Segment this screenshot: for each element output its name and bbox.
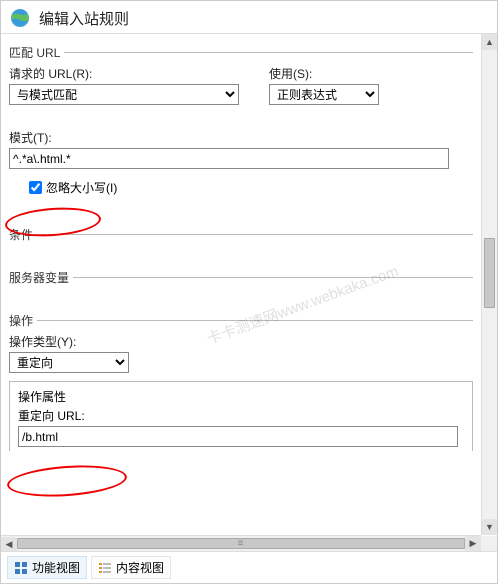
- use-label: 使用(S):: [269, 65, 379, 82]
- tab-content-view[interactable]: 内容视图: [91, 556, 171, 579]
- scroll-up-arrow-icon[interactable]: ▲: [482, 34, 497, 50]
- annotation-circle: [6, 462, 128, 500]
- section-legend-match: 匹配 URL: [9, 44, 64, 61]
- action-type-label: 操作类型(Y):: [9, 333, 473, 350]
- tab-label: 内容视图: [116, 559, 164, 576]
- scroll-left-arrow-icon[interactable]: ◀: [1, 537, 17, 551]
- requested-url-select[interactable]: 与模式匹配: [9, 84, 239, 105]
- titlebar: 编辑入站规则: [1, 1, 497, 33]
- scroll-track[interactable]: [482, 50, 497, 519]
- ignore-case-checkbox[interactable]: [29, 181, 42, 194]
- scroll-thumb[interactable]: [484, 238, 495, 308]
- redirect-url-label: 重定向 URL:: [18, 407, 464, 424]
- section-legend-conditions: 条件: [9, 226, 37, 243]
- list-icon: [98, 561, 112, 575]
- tab-feature-view[interactable]: 功能视图: [7, 556, 87, 579]
- scroll-down-arrow-icon[interactable]: ▼: [482, 519, 497, 535]
- section-action: 操作 操作类型(Y): 重定向 操作属性 重定向 URL:: [9, 312, 473, 451]
- window-frame: 编辑入站规则 匹配 URL 请求的 URL(R): 与模式匹配 使用(S):: [0, 0, 498, 584]
- section-legend-servervars: 服务器变量: [9, 269, 73, 286]
- action-type-select[interactable]: 重定向: [9, 352, 129, 373]
- globe-icon: [9, 7, 31, 29]
- content-area: 匹配 URL 请求的 URL(R): 与模式匹配 使用(S): 正则表达式: [1, 33, 497, 551]
- section-match-url: 匹配 URL 请求的 URL(R): 与模式匹配 使用(S): 正则表达式: [9, 44, 473, 210]
- pattern-input[interactable]: [9, 148, 449, 169]
- window-title: 编辑入站规则: [39, 8, 129, 29]
- vertical-scrollbar[interactable]: ▲ ▼: [481, 34, 497, 535]
- section-legend-action: 操作: [9, 312, 37, 329]
- horizontal-scrollbar[interactable]: ◀ ≡ ▶: [1, 535, 481, 551]
- action-properties-group: 操作属性 重定向 URL:: [9, 381, 473, 451]
- action-properties-label: 操作属性: [18, 388, 464, 405]
- requested-url-label: 请求的 URL(R):: [9, 65, 239, 82]
- tab-label: 功能视图: [32, 559, 80, 576]
- scroll-corner: [481, 536, 497, 551]
- pattern-label: 模式(T):: [9, 129, 473, 146]
- redirect-url-input[interactable]: [18, 426, 458, 447]
- section-conditions: 条件: [9, 226, 473, 263]
- footer-tabs: 功能视图 内容视图: [1, 551, 497, 583]
- use-select[interactable]: 正则表达式: [269, 84, 379, 105]
- hscroll-thumb[interactable]: ≡: [17, 538, 465, 549]
- grid-icon: [14, 561, 28, 575]
- ignore-case-label: 忽略大小写(I): [46, 179, 117, 196]
- section-server-vars: 服务器变量: [9, 269, 473, 306]
- scroll-right-arrow-icon[interactable]: ▶: [465, 536, 481, 551]
